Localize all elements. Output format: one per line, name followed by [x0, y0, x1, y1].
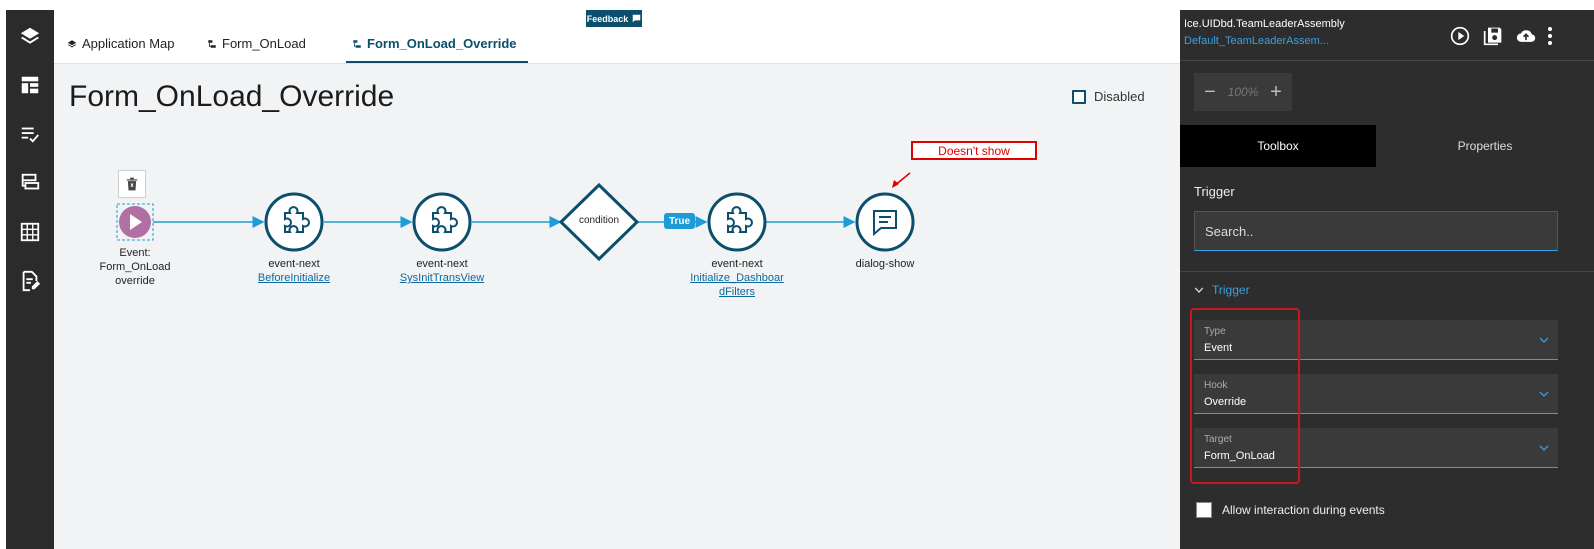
field-label: Target [1204, 434, 1232, 445]
delete-node-button[interactable] [118, 170, 146, 198]
event-next-node-2[interactable] [412, 192, 472, 252]
allow-label: Allow interaction during events [1222, 503, 1385, 517]
chevron-down-icon [1194, 287, 1204, 294]
true-label: True [668, 216, 691, 227]
tab-bar: Application Map Form_OnLoad Form_OnLoad_… [54, 10, 1180, 64]
more-vertical-icon [1548, 27, 1552, 45]
dialog-show-node[interactable] [855, 192, 915, 252]
panel-tabs: Toolbox Properties [1180, 125, 1594, 167]
node-type: event-next [416, 258, 468, 270]
workflow-canvas[interactable]: True condition Event: Form_OnLoad overri… [54, 63, 1180, 549]
event-next-2-label: event-next SysInitTransView [388, 257, 496, 285]
field-label: Hook [1204, 380, 1228, 391]
zoom-out-button[interactable]: − [1202, 81, 1218, 104]
node-type: event-next [268, 258, 320, 270]
save-icon [1483, 27, 1502, 46]
search-input[interactable]: Search.. [1194, 211, 1558, 251]
flow-icon [208, 40, 216, 48]
label-line: Event: [119, 247, 151, 259]
divider [1180, 271, 1594, 272]
chevron-down-icon [1539, 391, 1549, 397]
tab-form-onload-override[interactable]: Form_OnLoad_Override [352, 36, 517, 63]
allow-interaction-checkbox[interactable]: Allow interaction during events [1196, 502, 1385, 518]
node-link[interactable]: Initialize_Dashboar [690, 272, 784, 284]
event-next-1-label: event-next BeforeInitialize [240, 257, 348, 285]
trash-icon [126, 177, 138, 191]
event-next-node-1[interactable] [264, 192, 324, 252]
data-views-icon[interactable] [16, 169, 44, 197]
checklist-icon[interactable] [16, 120, 44, 148]
node-link[interactable]: dFilters [719, 286, 755, 298]
event-next-node-3[interactable] [707, 192, 767, 252]
run-button[interactable] [1448, 24, 1472, 48]
play-circle-icon [1450, 26, 1470, 46]
more-button[interactable] [1542, 24, 1558, 48]
layout-icon[interactable] [16, 71, 44, 99]
edit-document-icon[interactable] [16, 267, 44, 295]
checkbox-box[interactable] [1196, 502, 1212, 518]
target-select[interactable]: Target Form_OnLoad [1194, 428, 1558, 468]
panel-header: Ice.UIDbd.TeamLeaderAssembly Default_Tea… [1180, 10, 1594, 61]
event-next-3-label: event-next Initialize_Dashboar dFilters [677, 257, 797, 299]
section-label: Trigger [1194, 184, 1235, 199]
tab-label: Form_OnLoad_Override [367, 36, 517, 51]
tab-form-onload[interactable]: Form_OnLoad [207, 36, 306, 63]
chevron-down-icon [1539, 445, 1549, 451]
panel-title: Ice.UIDbd.TeamLeaderAssembly [1184, 18, 1345, 30]
annotation-note: Doesn't show [911, 141, 1037, 160]
tab-application-map[interactable]: Application Map [67, 36, 175, 63]
sidebar [6, 10, 54, 549]
field-value: Form_OnLoad [1204, 450, 1275, 462]
zoom-value: 100% [1227, 85, 1259, 99]
chevron-down-icon [1539, 337, 1549, 343]
trigger-group-toggle[interactable]: Trigger [1194, 283, 1250, 297]
zoom-control: − 100% + [1194, 73, 1292, 111]
node-link[interactable]: BeforeInitialize [258, 272, 330, 284]
tab-label: Form_OnLoad [222, 36, 306, 51]
feedback-label: Feedback [586, 13, 629, 24]
layers-icon [67, 40, 77, 48]
tab-toolbox[interactable]: Toolbox [1180, 125, 1376, 167]
label-line: override [115, 275, 155, 287]
comment-icon [633, 14, 641, 23]
type-select[interactable]: Type Event [1194, 320, 1558, 360]
hook-select[interactable]: Hook Override [1194, 374, 1558, 414]
flow-diagram [116, 172, 915, 262]
annotation-arrow-head [892, 180, 899, 188]
publish-button[interactable] [1514, 24, 1538, 48]
node-type: event-next [711, 258, 763, 270]
event-node-label: Event: Form_OnLoad override [95, 246, 175, 288]
flow-icon [353, 40, 361, 48]
panel-subtitle-link[interactable]: Default_TeamLeaderAssem... [1184, 35, 1329, 47]
save-button[interactable] [1481, 24, 1505, 48]
main-area: Application Map Form_OnLoad Form_OnLoad_… [54, 10, 1180, 549]
grid-icon[interactable] [16, 218, 44, 246]
label-line: Form_OnLoad [99, 261, 171, 273]
tab-label: Application Map [82, 36, 175, 51]
dialog-show-label: dialog-show [855, 258, 915, 270]
field-value: Event [1204, 342, 1233, 354]
layers-icon[interactable] [16, 22, 44, 50]
feedback-button[interactable]: Feedback [586, 10, 642, 27]
cloud-upload-icon [1516, 30, 1536, 42]
tab-properties[interactable]: Properties [1376, 125, 1594, 167]
node-link[interactable]: SysInitTransView [400, 272, 484, 284]
condition-label: condition [578, 215, 620, 226]
zoom-in-button[interactable]: + [1268, 81, 1284, 104]
field-value: Override [1204, 396, 1247, 408]
group-label: Trigger [1212, 283, 1250, 297]
field-label: Type [1204, 326, 1226, 337]
properties-panel: Ice.UIDbd.TeamLeaderAssembly Default_Tea… [1180, 10, 1594, 549]
